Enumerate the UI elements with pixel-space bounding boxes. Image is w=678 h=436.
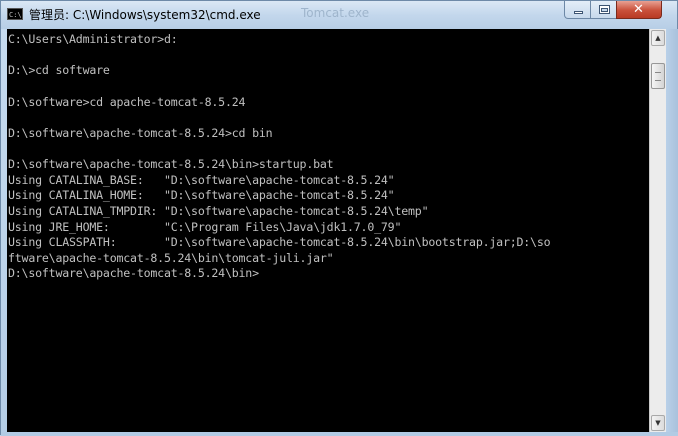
title-bar[interactable]: C:\ 管理员: C:\Windows\system32\cmd.exe Tom… bbox=[1, 1, 677, 29]
cmd-app-icon[interactable]: C:\ bbox=[7, 8, 23, 20]
console-line: D:\software\apache-tomcat-8.5.24\bin> bbox=[8, 266, 259, 281]
console-line: D:\>cd software bbox=[8, 63, 110, 78]
close-icon: ✕ bbox=[633, 2, 644, 17]
close-button[interactable]: ✕ bbox=[616, 1, 662, 19]
console-line: D:\software\apache-tomcat-8.5.24\bin>sta… bbox=[8, 157, 334, 172]
console-line: C:\Users\Administrator>d: bbox=[8, 32, 178, 46]
maximize-button[interactable] bbox=[590, 1, 617, 19]
vertical-scrollbar[interactable]: ▲ ▼ bbox=[649, 29, 666, 432]
minimize-icon bbox=[574, 11, 583, 14]
maximize-icon bbox=[599, 5, 610, 14]
console-line: Using CATALINA_HOME: "D:\software\apache… bbox=[8, 188, 395, 203]
window-frame-bottom bbox=[1, 432, 678, 436]
console-line: D:\software\apache-tomcat-8.5.24>cd bin bbox=[8, 125, 273, 140]
console-line: Using CLASSPATH: "D:\software\apache-tom… bbox=[8, 235, 551, 250]
console-line: D:\software>cd apache-tomcat-8.5.24 bbox=[8, 94, 246, 109]
window-title: 管理员: C:\Windows\system32\cmd.exe bbox=[29, 8, 261, 22]
window-title-ghost: Tomcat.exe bbox=[301, 6, 370, 20]
console-output[interactable]: C:\Users\Administrator>d: D:\>cd software… bbox=[7, 29, 649, 432]
scroll-up-button[interactable]: ▲ bbox=[651, 30, 665, 46]
console-line: Using CATALINA_TMPDIR: "D:\software\apac… bbox=[8, 203, 429, 218]
scroll-thumb[interactable] bbox=[651, 63, 665, 89]
console-line: Using JRE_HOME: "C:\Program Files\Java\j… bbox=[8, 219, 402, 234]
console-line: Using CATALINA_BASE: "D:\software\apache… bbox=[8, 172, 395, 187]
cmd-window: C:\ 管理员: C:\Windows\system32\cmd.exe Tom… bbox=[0, 0, 678, 436]
console-line: ftware\apache-tomcat-8.5.24\bin\tomcat-j… bbox=[8, 250, 334, 265]
scroll-down-button[interactable]: ▼ bbox=[651, 415, 665, 431]
minimize-button[interactable] bbox=[564, 1, 591, 19]
window-frame-right bbox=[666, 29, 678, 435]
